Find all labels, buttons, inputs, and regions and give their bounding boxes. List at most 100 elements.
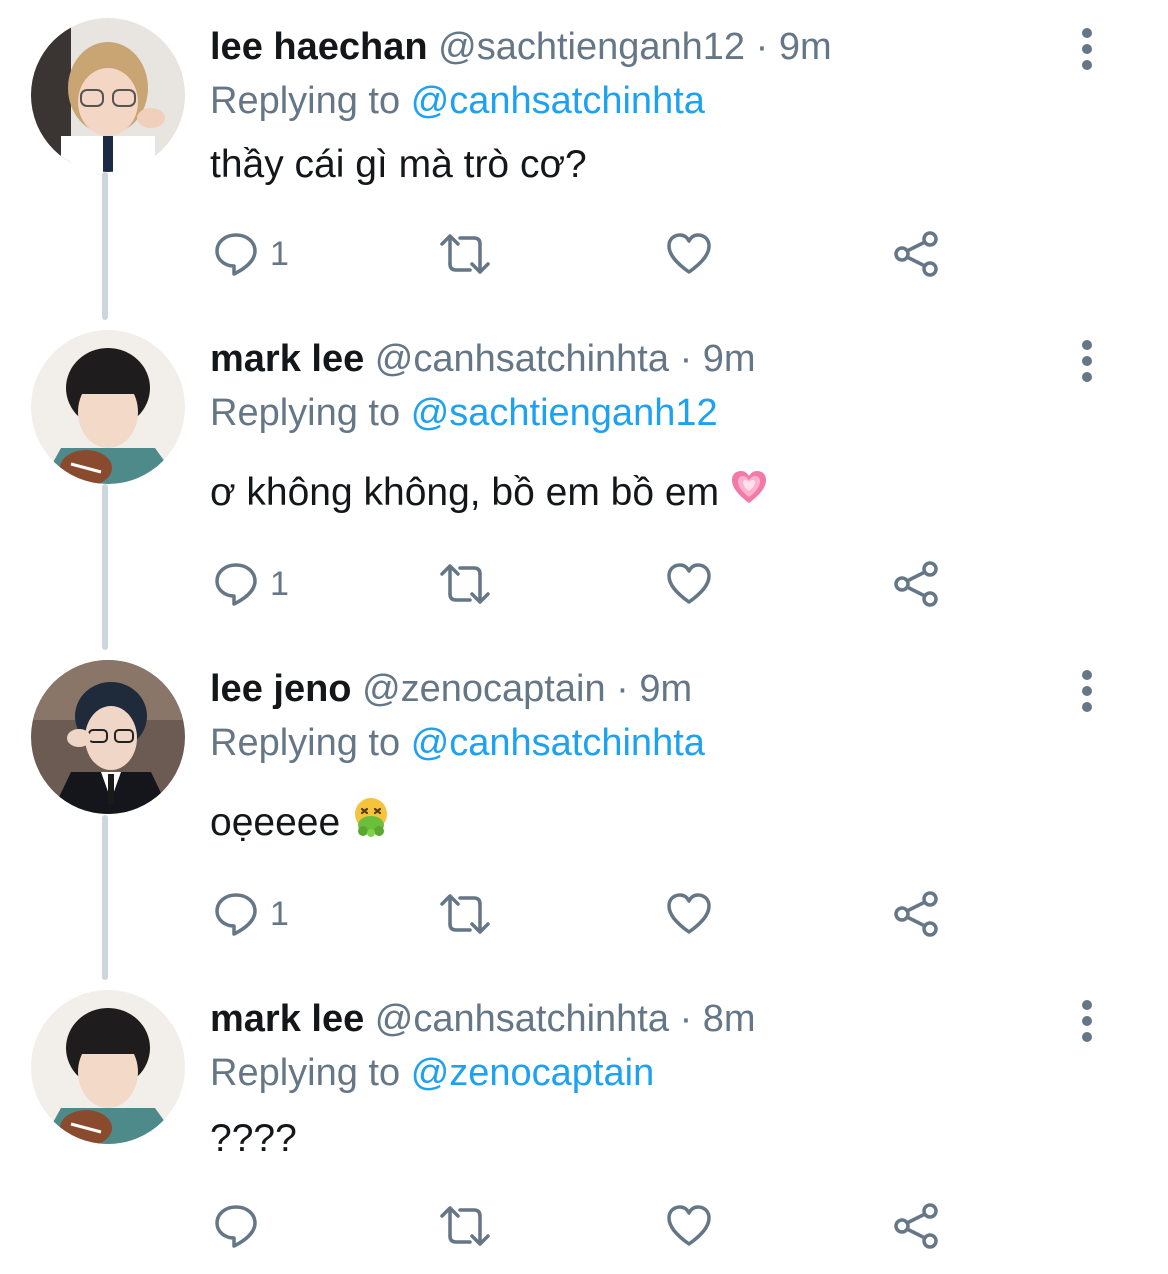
replying-to-label: Replying to: [210, 1052, 401, 1094]
display-name[interactable]: lee haechan: [210, 26, 428, 68]
reply-bubble-icon: [215, 893, 257, 936]
share-button[interactable]: [892, 1196, 940, 1256]
reply-bubble-icon: [215, 233, 257, 276]
avatar[interactable]: [31, 330, 185, 484]
share-icon: [894, 1203, 938, 1249]
more-vertical-icon: [1082, 670, 1092, 712]
tweet-actions: 1: [0, 884, 1168, 944]
retweet-button[interactable]: [438, 224, 492, 284]
separator-dot: ·: [679, 998, 693, 1040]
replying-to-line: Replying to @sachtienganh12: [210, 384, 718, 442]
vomiting-face-emoji: [350, 795, 392, 854]
tweet-header: mark lee @canhsatchinhta · 9m: [210, 330, 756, 388]
retweet-icon: [440, 894, 490, 934]
avatar-image: [31, 330, 185, 484]
avatar[interactable]: [31, 990, 185, 1144]
heart-icon: [667, 233, 711, 274]
share-button[interactable]: [892, 884, 940, 944]
tweet-text-content: thầy cái gì mà trò cơ?: [210, 143, 587, 186]
tweet-text: ơ không không, bồ em bồ em: [210, 464, 769, 524]
replying-to-mention[interactable]: @zenocaptain: [411, 1052, 655, 1094]
share-icon: [894, 561, 938, 607]
more-options-button[interactable]: [1072, 337, 1102, 387]
replying-to-mention[interactable]: @canhsatchinhta: [411, 80, 705, 122]
reply-bubble-icon: [215, 1205, 257, 1248]
tweet-actions: [0, 1196, 1168, 1256]
more-options-button[interactable]: [1072, 25, 1102, 75]
tweet-header: mark lee @canhsatchinhta · 8m: [210, 990, 756, 1048]
share-icon: [894, 231, 938, 277]
replying-to-mention[interactable]: @sachtienganh12: [411, 392, 718, 434]
timestamp[interactable]: 8m: [703, 998, 756, 1040]
more-options-button[interactable]: [1072, 667, 1102, 717]
avatar-image: [31, 18, 185, 172]
heart-icon: [667, 893, 711, 934]
share-icon: [894, 891, 938, 937]
tweet-header: lee jeno @zenocaptain · 9m: [210, 660, 692, 718]
growing-heart-emoji: [729, 466, 769, 524]
user-handle[interactable]: @canhsatchinhta: [375, 998, 669, 1040]
tweet-text: ????: [210, 1110, 297, 1168]
separator-dot: ·: [616, 668, 629, 710]
reply-button[interactable]: [212, 1196, 270, 1256]
share-button[interactable]: [892, 224, 940, 284]
replying-to-line: Replying to @zenocaptain: [210, 1044, 654, 1102]
like-button[interactable]: [665, 1196, 713, 1256]
tweet[interactable]: lee haechan @sachtienganh12 · 9m Replyin…: [0, 18, 1168, 308]
display-name[interactable]: lee jeno: [210, 668, 352, 710]
tweet-text-content: ????: [210, 1117, 297, 1160]
timestamp[interactable]: 9m: [639, 668, 692, 710]
tweet[interactable]: mark lee @canhsatchinhta · 8m Replying t…: [0, 990, 1168, 1274]
heart-icon: [667, 1205, 711, 1246]
replying-to-label: Replying to: [210, 722, 401, 764]
tweet-text: oẹeeee: [210, 794, 392, 854]
retweet-button[interactable]: [438, 554, 492, 614]
retweet-icon: [440, 1206, 490, 1246]
reply-button[interactable]: 1: [212, 224, 289, 284]
replying-to-label: Replying to: [210, 80, 401, 122]
reply-button[interactable]: 1: [212, 884, 289, 944]
avatar-image: [31, 990, 185, 1144]
retweet-button[interactable]: [438, 1196, 492, 1256]
avatar[interactable]: [31, 660, 185, 814]
more-vertical-icon: [1082, 28, 1092, 70]
more-vertical-icon: [1082, 340, 1092, 382]
reply-count: 1: [270, 234, 289, 273]
timestamp[interactable]: 9m: [779, 26, 832, 68]
heart-icon: [667, 563, 711, 604]
like-button[interactable]: [665, 554, 713, 614]
tweet-text: thầy cái gì mà trò cơ?: [210, 136, 587, 194]
retweet-button[interactable]: [438, 884, 492, 944]
user-handle[interactable]: @zenocaptain: [362, 668, 606, 710]
replying-to-line: Replying to @canhsatchinhta: [210, 714, 705, 772]
more-vertical-icon: [1082, 1000, 1092, 1042]
retweet-icon: [440, 234, 490, 274]
replying-to-label: Replying to: [210, 392, 401, 434]
tweet-actions: 1: [0, 224, 1168, 284]
display-name[interactable]: mark lee: [210, 998, 364, 1040]
tweet-actions: 1: [0, 554, 1168, 614]
avatar-image: [31, 660, 185, 814]
user-handle[interactable]: @sachtienganh12: [438, 26, 745, 68]
tweet[interactable]: lee jeno @zenocaptain · 9m Replying to @…: [0, 660, 1168, 950]
display-name[interactable]: mark lee: [210, 338, 364, 380]
like-button[interactable]: [665, 224, 713, 284]
reply-count: 1: [270, 564, 289, 603]
share-button[interactable]: [892, 554, 940, 614]
retweet-icon: [440, 564, 490, 604]
separator-dot: ·: [679, 338, 693, 380]
user-handle[interactable]: @canhsatchinhta: [375, 338, 669, 380]
reply-bubble-icon: [215, 563, 257, 606]
avatar[interactable]: [31, 18, 185, 172]
separator-dot: ·: [755, 26, 769, 68]
replying-to-mention[interactable]: @canhsatchinhta: [411, 722, 705, 764]
reply-count: 1: [270, 894, 289, 933]
tweet-header: lee haechan @sachtienganh12 · 9m: [210, 18, 832, 76]
reply-button[interactable]: 1: [212, 554, 289, 614]
tweet-text-content: oẹeeee: [210, 801, 341, 844]
tweet[interactable]: mark lee @canhsatchinhta · 9m Replying t…: [0, 330, 1168, 620]
more-options-button[interactable]: [1072, 997, 1102, 1047]
like-button[interactable]: [665, 884, 713, 944]
replying-to-line: Replying to @canhsatchinhta: [210, 72, 705, 130]
timestamp[interactable]: 9m: [703, 338, 756, 380]
